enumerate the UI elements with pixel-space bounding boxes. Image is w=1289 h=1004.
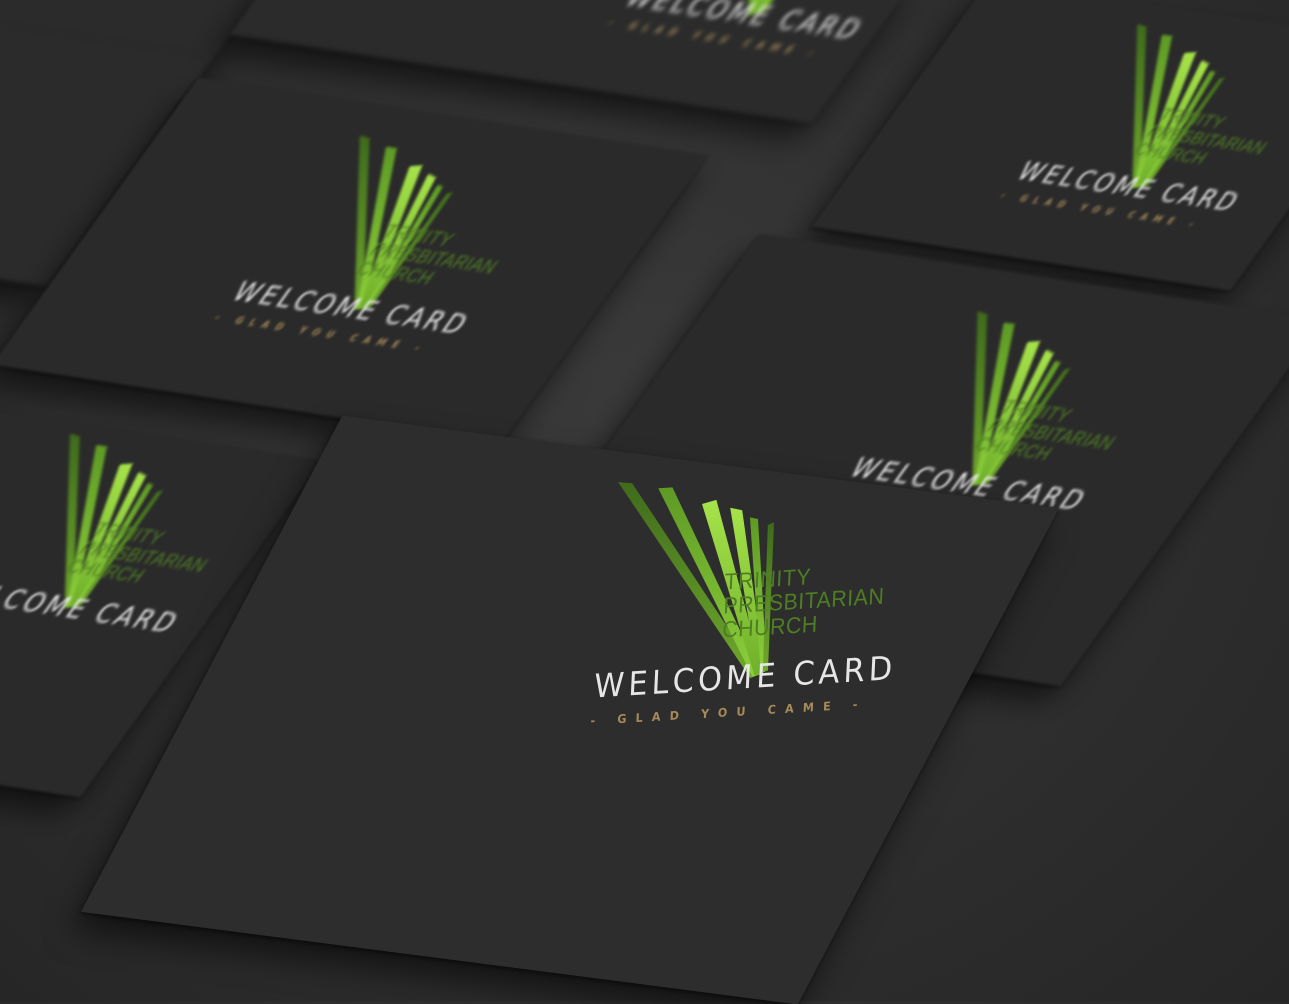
front-card-brand: TRINITY PRESBITARIAN CHURCH WELCOME CARD… — [546, 467, 897, 728]
card-brand: TRINITY PRESBITARIAN CHURCH WELCOME CARD… — [969, 17, 1289, 231]
mockup-scene: WELCOME CARD - GLAD YOU CAME - TRINITY P… — [0, 0, 1289, 1004]
card-top-right: TRINITY PRESBITARIAN CHURCH WELCOME CARD… — [811, 0, 1289, 291]
card-brand: TRINITY PRESBITARIAN CHURCH WELCOME CARD — [0, 426, 256, 647]
card-brand: TRINITY PRESBITARIAN CHURCH WELCOME CARD… — [181, 128, 546, 355]
card-brand: WELCOME CARD - GLAD YOU CAME - — [574, 0, 939, 60]
church-name: TRINITY PRESBITARIAN CHURCH — [721, 564, 885, 643]
